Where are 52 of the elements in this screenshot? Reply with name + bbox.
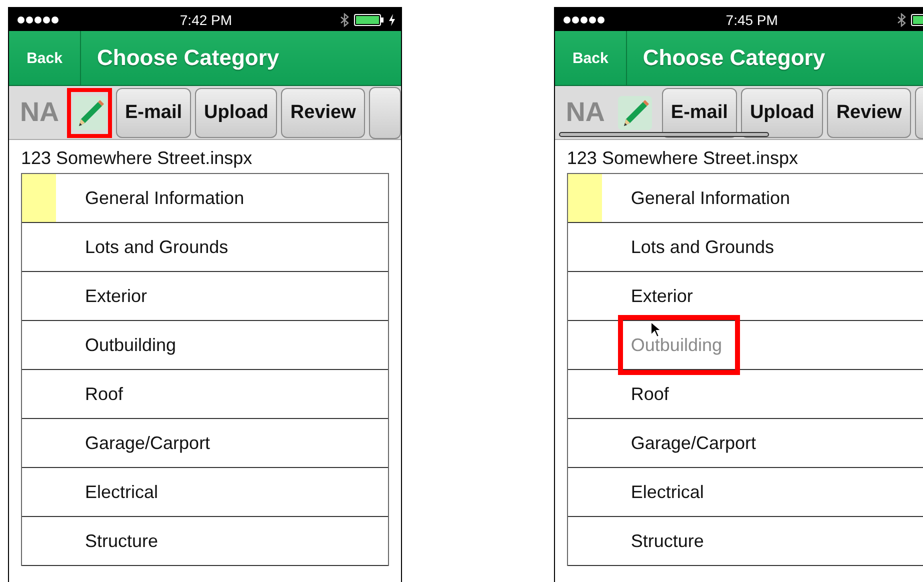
category-row[interactable]: Roof bbox=[568, 370, 923, 419]
screen-title: Choose Category bbox=[642, 45, 826, 71]
category-name: Outbuilding bbox=[630, 334, 722, 356]
screen-title: Choose Category bbox=[97, 45, 280, 71]
category-row[interactable]: Exterior bbox=[22, 272, 388, 321]
category-row[interactable]: Structure bbox=[568, 517, 923, 566]
toolbar-button[interactable]: E-mail bbox=[116, 88, 192, 138]
category-row[interactable]: Electrical bbox=[22, 468, 388, 517]
pencil-icon bbox=[617, 94, 654, 130]
toolbar-button[interactable]: Review bbox=[827, 88, 911, 138]
category-name: Structure bbox=[85, 530, 158, 552]
signal-icon bbox=[17, 16, 59, 24]
toolbar-button[interactable]: Review bbox=[281, 88, 365, 138]
category-row[interactable]: Lots and Grounds bbox=[22, 223, 388, 272]
category-row[interactable]: Structure bbox=[22, 517, 388, 566]
battery-icon bbox=[354, 14, 384, 26]
file-name: 123 Somewhere Street.inspx bbox=[20, 147, 254, 170]
category-row[interactable]: Exterior bbox=[568, 272, 923, 321]
category-name: Structure bbox=[630, 530, 704, 552]
category-name: Roof bbox=[630, 384, 669, 404]
category-row[interactable]: Garage/Carport bbox=[568, 419, 923, 468]
signal-icon bbox=[562, 16, 605, 24]
category-name: Exterior bbox=[85, 286, 148, 306]
status-time: 7:45 PM bbox=[726, 12, 778, 28]
category-row[interactable]: General Information bbox=[568, 174, 923, 223]
category-name: Outbuilding bbox=[85, 334, 176, 356]
category-name: General Information bbox=[85, 188, 244, 208]
toolbar-button[interactable]: Upload bbox=[195, 88, 278, 138]
toolbar-button[interactable]: E-mail bbox=[662, 88, 737, 138]
category-row[interactable]: Outbuilding bbox=[22, 321, 388, 370]
toolbar-button[interactable]: Upload bbox=[740, 88, 824, 138]
category-name: Lots and Grounds bbox=[630, 236, 774, 258]
category-name: General Information bbox=[630, 188, 790, 208]
status-time: 7:42 PM bbox=[180, 12, 232, 28]
pencil-icon bbox=[72, 94, 108, 130]
category-row[interactable]: Roof bbox=[22, 370, 388, 419]
category-name: Lots and Grounds bbox=[85, 236, 228, 258]
category-name: Garage/Carport bbox=[630, 432, 756, 454]
category-row[interactable]: Electrical bbox=[568, 468, 923, 517]
cursor-icon bbox=[650, 321, 662, 339]
category-row[interactable]: General Information bbox=[22, 174, 388, 223]
category-row[interactable]: Garage/Carport bbox=[22, 419, 388, 468]
category-name: Garage/Carport bbox=[85, 432, 210, 454]
category-name: Roof bbox=[85, 384, 124, 404]
category-row[interactable]: Lots and Grounds bbox=[568, 223, 923, 272]
bluetooth-icon bbox=[896, 12, 906, 26]
category-name: Exterior bbox=[630, 286, 693, 306]
bluetooth-icon bbox=[340, 12, 349, 26]
category-name: Electrical bbox=[85, 482, 158, 502]
file-name: 123 Somewhere Street.inspx bbox=[566, 147, 800, 170]
toolbar-button[interactable] bbox=[368, 86, 401, 138]
category-name: Electrical bbox=[630, 482, 704, 502]
